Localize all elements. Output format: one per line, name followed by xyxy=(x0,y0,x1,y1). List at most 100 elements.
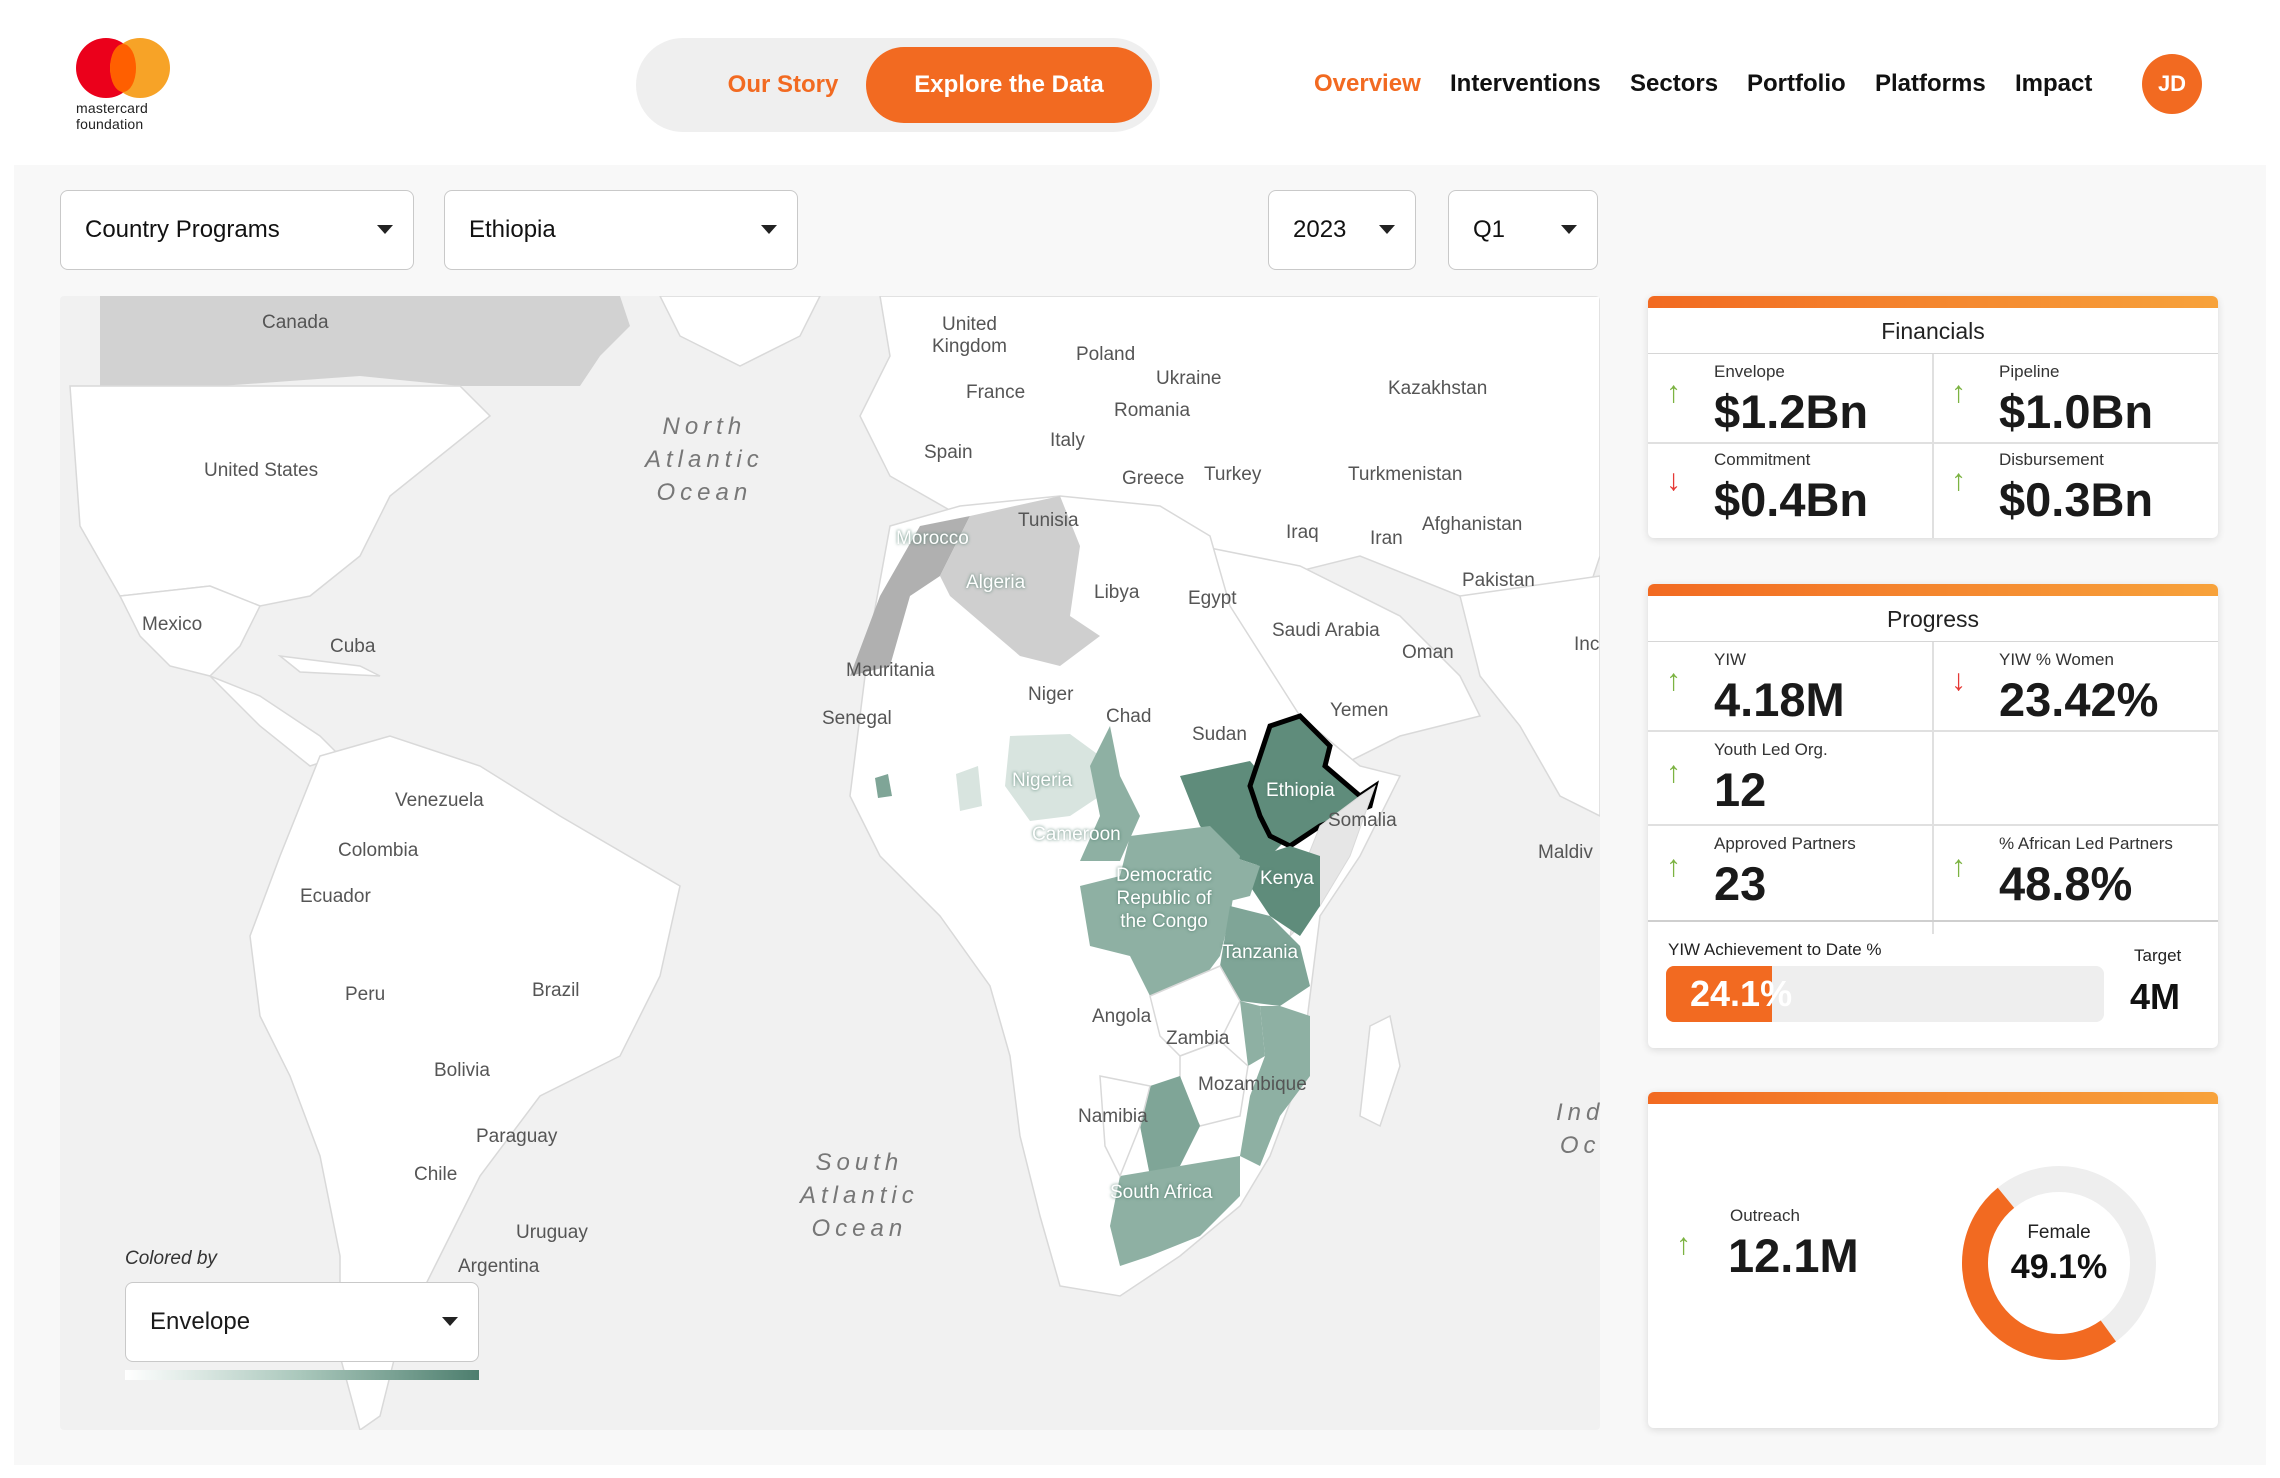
map-label-mauritania: Mauritania xyxy=(846,660,935,681)
chevron-down-icon xyxy=(1561,225,1577,234)
chevron-down-icon xyxy=(442,1317,458,1326)
nav-portfolio[interactable]: Portfolio xyxy=(1747,70,1846,98)
map-label-saudi-arabia: Saudi Arabia xyxy=(1272,620,1380,641)
arrow-down-icon: ↓ xyxy=(1951,664,1966,697)
map-label-afghanistan: Afghanistan xyxy=(1422,514,1523,535)
country-ghana[interactable] xyxy=(956,766,982,811)
map-label-yemen: Yemen xyxy=(1330,700,1389,721)
map-label-colombia: Colombia xyxy=(338,840,419,861)
map-label-paraguay: Paraguay xyxy=(476,1126,558,1147)
arrow-up-icon: ↑ xyxy=(1666,850,1681,883)
map-label-niger: Niger xyxy=(1028,684,1074,705)
map-label-argentina: Argentina xyxy=(458,1256,540,1277)
header: mastercard foundation Our Story Explore … xyxy=(0,0,2280,165)
central-america[interactable] xyxy=(209,675,342,767)
map-label-tanzania: Tanzania xyxy=(1222,942,1299,963)
target-label: Target xyxy=(2134,946,2182,965)
map-label-south-africa: South Africa xyxy=(1110,1182,1213,1203)
quarter-select[interactable]: Q1 xyxy=(1448,190,1598,270)
outreach-value: 12.1M xyxy=(1728,1229,1859,1282)
map-label-pakistan: Pakistan xyxy=(1462,570,1535,591)
achievement-label: YIW Achievement to Date % xyxy=(1668,940,1882,959)
disbursement-value: $0.3Bn xyxy=(1999,473,2154,526)
map-label-morocco: Morocco xyxy=(896,528,969,549)
map-label-poland: Poland xyxy=(1076,344,1136,365)
approved-partners-metric: ↑ Approved Partners 23 xyxy=(1648,826,1933,920)
youth-led-value: 12 xyxy=(1714,763,1767,816)
arrow-down-icon: ↓ xyxy=(1666,464,1681,497)
map-label-spain: Spain xyxy=(924,442,973,463)
country-cuba[interactable] xyxy=(277,654,381,677)
african-led-metric: ↑ % African Led Partners 48.8% xyxy=(1933,826,2218,920)
achievement-progress-bar: 24.1% xyxy=(1666,966,2104,1022)
logo-text-line1: mastercard xyxy=(76,100,149,116)
youth-led-metric: ↑ Youth Led Org. 12 xyxy=(1648,732,1933,824)
divider xyxy=(1648,920,2218,922)
user-avatar[interactable]: JD xyxy=(2142,54,2202,114)
year-select-value: 2023 xyxy=(1293,216,1347,243)
country-canada[interactable] xyxy=(100,296,630,386)
card-accent-bar xyxy=(1648,296,2218,308)
map-label-libya: Libya xyxy=(1094,582,1140,603)
logo-text-line2: foundation xyxy=(76,116,144,132)
financials-title: Financials xyxy=(1648,308,2218,354)
map-label-south-atlantic: South Atlantic Ocean xyxy=(800,1149,919,1242)
commitment-label: Commitment xyxy=(1714,450,1811,469)
map-label-indian-ocean: Ind Oc xyxy=(1556,1099,1600,1159)
greenland[interactable] xyxy=(659,296,821,367)
african-led-value: 48.8% xyxy=(1999,857,2133,910)
india-region[interactable] xyxy=(1459,575,1600,817)
map-label-peru: Peru xyxy=(345,984,386,1005)
map-label-kenya: Kenya xyxy=(1260,868,1314,889)
madagascar[interactable] xyxy=(1359,1014,1401,1128)
arrow-up-icon: ↑ xyxy=(1666,376,1681,409)
map-label-uruguay: Uruguay xyxy=(516,1222,588,1243)
map-label-turkmenistan: Turkmenistan xyxy=(1348,464,1463,485)
map-label-drc: Democratic Republic of the Congo xyxy=(1116,865,1213,932)
map-label-venezuela: Venezuela xyxy=(395,790,484,811)
female-value: 49.1% xyxy=(2010,1248,2108,1286)
map-label-canada: Canada xyxy=(262,312,329,333)
colored-by-select[interactable]: Envelope xyxy=(125,1282,479,1362)
nav-platforms[interactable]: Platforms xyxy=(1875,70,1986,98)
program-select[interactable]: Country Programs xyxy=(60,190,414,270)
map-label-sudan: Sudan xyxy=(1192,724,1247,745)
target-value: 4M xyxy=(2130,976,2181,1017)
chevron-down-icon xyxy=(761,225,777,234)
year-select[interactable]: 2023 xyxy=(1268,190,1416,270)
map-label-ukraine: Ukraine xyxy=(1156,368,1222,389)
disbursement-label: Disbursement xyxy=(1999,450,2104,469)
card-accent-bar xyxy=(1648,1092,2218,1104)
map-label-egypt: Egypt xyxy=(1188,588,1237,609)
map-label-turkey: Turkey xyxy=(1204,464,1262,485)
country-select[interactable]: Ethiopia xyxy=(444,190,798,270)
map-label-cuba: Cuba xyxy=(330,636,376,657)
country-united-states[interactable] xyxy=(69,385,492,607)
outreach-card: ↑ Outreach 12.1M Female 49.1% xyxy=(1648,1092,2218,1428)
mastercard-foundation-logo[interactable]: mastercard foundation xyxy=(76,38,176,138)
world-map[interactable]: Canada United States Mexico Cuba Venezue… xyxy=(60,296,1600,1430)
chevron-down-icon xyxy=(1379,225,1395,234)
commitment-metric: ↓ Commitment $0.4Bn xyxy=(1648,444,1933,536)
commitment-value: $0.4Bn xyxy=(1714,473,1869,526)
nav-sectors[interactable]: Sectors xyxy=(1630,70,1718,98)
map-label-chad: Chad xyxy=(1106,706,1152,727)
arrow-up-icon: ↑ xyxy=(1666,756,1681,789)
yiw-women-label: YIW % Women xyxy=(1999,650,2114,669)
colored-by-label: Colored by xyxy=(125,1248,217,1269)
explore-data-toggle[interactable]: Explore the Data xyxy=(866,47,1152,123)
logo-overlap xyxy=(110,44,136,92)
yiw-value: 4.18M xyxy=(1714,673,1845,726)
map-label-italy: Italy xyxy=(1050,430,1085,451)
colored-by-value: Envelope xyxy=(150,1308,251,1335)
arrow-up-icon: ↑ xyxy=(1676,1228,1691,1261)
nav-impact[interactable]: Impact xyxy=(2015,70,2092,98)
progress-title: Progress xyxy=(1648,596,2218,642)
view-switcher: Our Story Explore the Data xyxy=(636,38,1160,132)
map-label-senegal: Senegal xyxy=(822,708,892,729)
approved-partners-value: 23 xyxy=(1714,857,1767,910)
nav-interventions[interactable]: Interventions xyxy=(1450,70,1601,98)
nav-overview[interactable]: Overview xyxy=(1314,70,1421,98)
envelope-value: $1.2Bn xyxy=(1714,385,1869,438)
disbursement-metric: ↑ Disbursement $0.3Bn xyxy=(1933,444,2218,536)
